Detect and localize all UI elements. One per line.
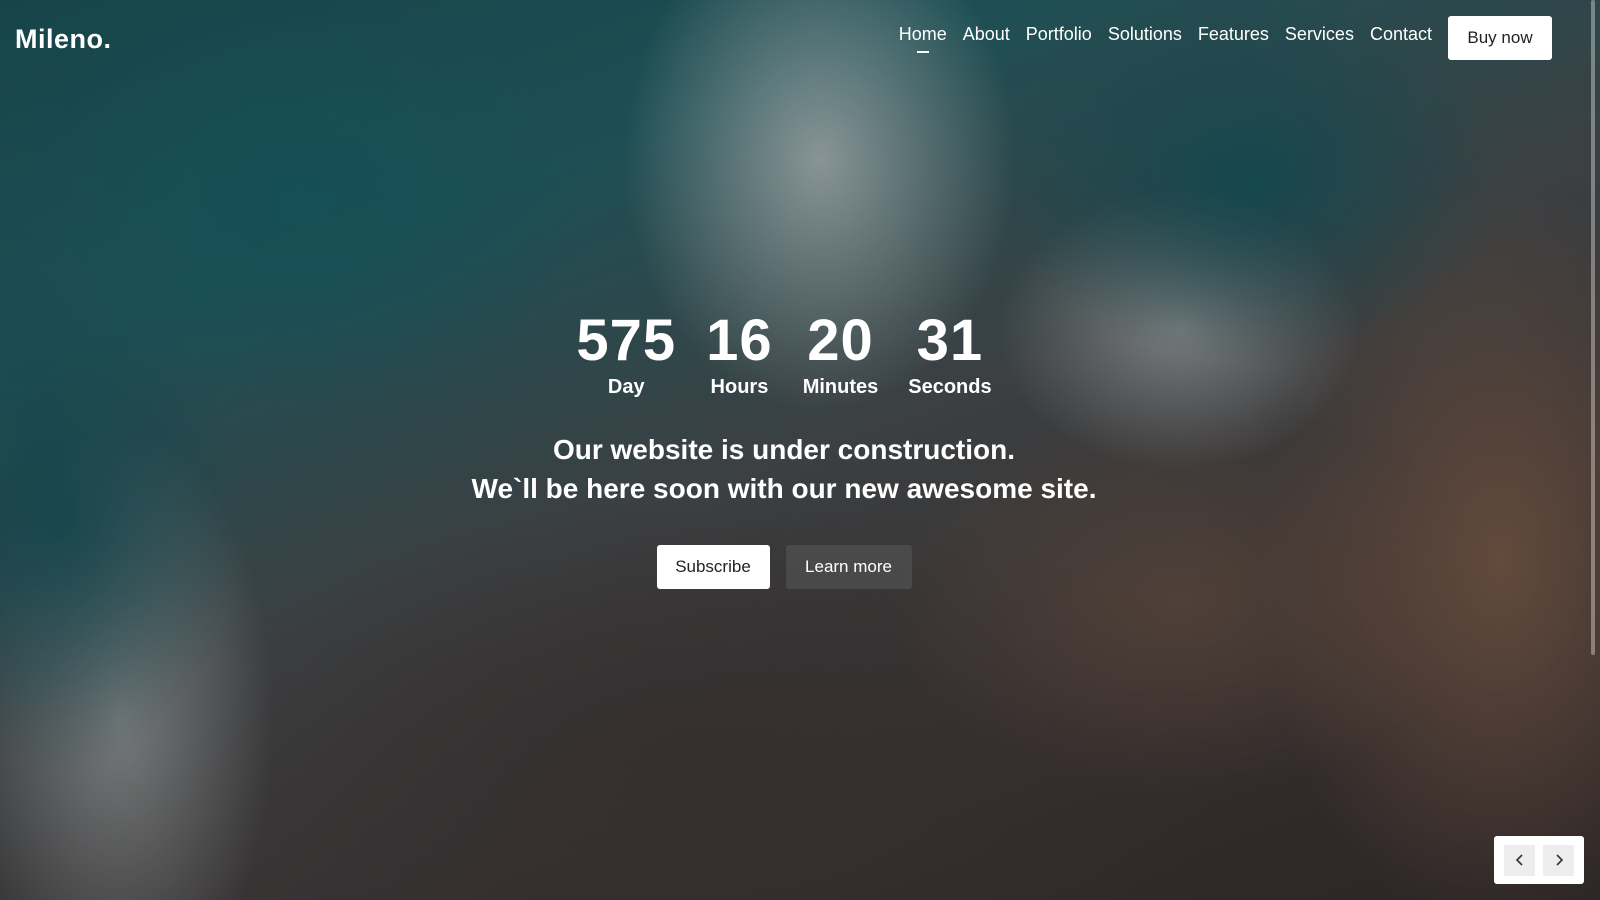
chevron-left-icon [1515,854,1523,866]
buy-now-button[interactable]: Buy now [1448,16,1552,60]
countdown-timer: 575 Day 16 Hours 20 Minutes 31 Seconds [0,312,1568,399]
nav-item-contact[interactable]: Contact [1370,24,1432,51]
nav-item-features[interactable]: Features [1198,24,1269,51]
message-line-2: We`ll be here soon with our new awesome … [471,473,1097,504]
countdown-days-value: 575 [576,308,677,373]
cta-buttons: Subscribe Learn more [0,545,1568,589]
message-line-1: Our website is under construction. [552,434,1016,465]
countdown-seconds-value: 31 [916,308,984,373]
page-scrollbar[interactable] [1568,0,1600,900]
slider-prev-button[interactable] [1504,844,1535,876]
countdown-minutes-label: Minutes [802,376,879,398]
construction-message: Our website is under construction. We`ll… [0,430,1568,508]
countdown-seconds: 31 Seconds [908,312,991,399]
countdown-minutes-value: 20 [807,308,874,373]
countdown-hours-value: 16 [706,308,773,373]
nav-item-about[interactable]: About [963,24,1010,51]
chevron-right-icon [1555,854,1563,866]
main-nav: Home About Portfolio Solutions Features … [899,24,1432,51]
nav-item-portfolio[interactable]: Portfolio [1026,24,1092,51]
countdown-seconds-label: Seconds [908,376,992,398]
nav-item-home[interactable]: Home [899,24,947,51]
learn-more-button[interactable]: Learn more [785,545,912,589]
site-header: Mileno. Home About Portfolio Solutions F… [0,0,1600,76]
countdown-days: 575 Day [576,312,676,399]
scrollbar-thumb[interactable] [1591,0,1595,655]
countdown-hours-label: Hours [710,376,769,398]
countdown-hours: 16 Hours [706,312,773,399]
countdown-days-label: Day [607,376,645,398]
countdown-minutes: 20 Minutes [803,312,879,399]
subscribe-button[interactable]: Subscribe [656,545,770,589]
nav-item-services[interactable]: Services [1285,24,1354,51]
logo[interactable]: Mileno. [15,24,112,55]
nav-item-solutions[interactable]: Solutions [1108,24,1182,51]
